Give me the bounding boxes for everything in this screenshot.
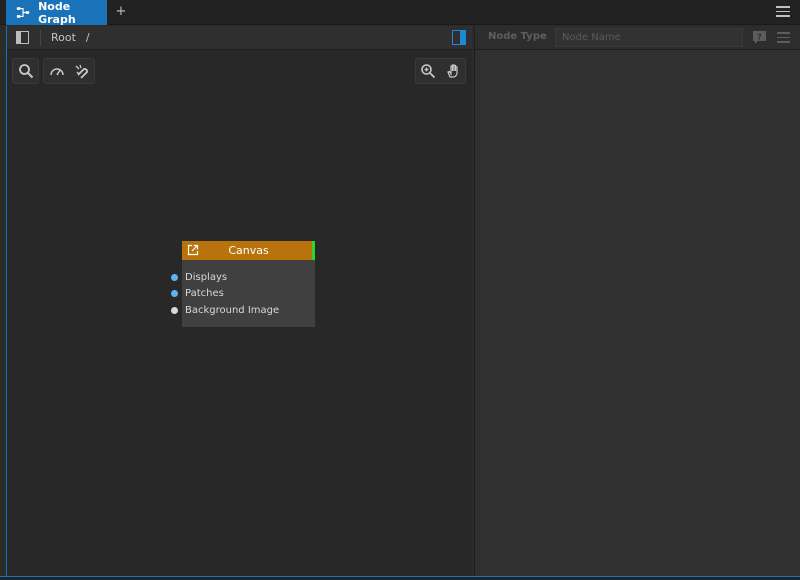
node-status-indicator [312, 241, 315, 260]
zoom-button[interactable] [418, 61, 438, 81]
port-label: Displays [185, 271, 228, 283]
graph-tools-group [43, 58, 95, 84]
view-tools-group [415, 58, 466, 84]
input-port-displays[interactable] [171, 273, 178, 281]
inspector-panel: Node Type ? [474, 26, 800, 576]
status-strip [0, 576, 800, 580]
toolbar-divider [40, 30, 41, 46]
port-row: Background Image [171, 302, 315, 319]
node-name-input[interactable] [555, 28, 743, 47]
svg-text:?: ? [757, 33, 762, 42]
tab-menu-icon[interactable] [776, 6, 790, 18]
add-tab-button[interactable]: + [114, 4, 128, 20]
inspector-panel-toggle-icon[interactable] [452, 30, 466, 45]
input-port-background-image[interactable] [171, 306, 178, 314]
node-header[interactable]: Canvas [182, 241, 315, 260]
snap-button[interactable] [72, 61, 92, 81]
search-tool-group [12, 58, 39, 84]
sidebar-toggle-icon[interactable] [16, 31, 29, 44]
inspector-menu-icon[interactable] [777, 32, 790, 43]
port-row: Displays [171, 269, 315, 286]
breadcrumb-separator: / [85, 31, 90, 44]
graph-toolbar: Root / [7, 26, 472, 50]
port-row: Patches [171, 286, 315, 303]
speedometer-icon [49, 68, 64, 76]
node-canvas[interactable]: Canvas Displays Patches Background Image [171, 241, 315, 327]
search-button[interactable] [16, 61, 36, 81]
search-icon [18, 64, 33, 79]
graph-canvas[interactable]: Canvas Displays Patches Background Image [7, 51, 472, 576]
help-icon[interactable]: ? [752, 30, 767, 45]
port-label: Background Image [185, 304, 280, 316]
external-link-icon[interactable] [187, 244, 199, 256]
node-graph-icon [16, 7, 30, 18]
node-graph-panel: Root / Canvas Displays Patches Backgroun… [7, 26, 472, 576]
performance-button[interactable] [47, 61, 67, 81]
tab-bar: Node Graph + [0, 0, 800, 26]
node-body: Displays Patches Background Image [171, 260, 315, 327]
hand-icon [446, 64, 458, 78]
breadcrumb: Root / [51, 31, 90, 44]
breadcrumb-root[interactable]: Root [51, 31, 76, 44]
node-type-label: Node Type [488, 31, 547, 42]
inspector-toolbar: Node Type ? [475, 26, 800, 50]
tab-node-graph[interactable]: Node Graph [6, 0, 107, 26]
tab-label: Node Graph [38, 0, 76, 26]
node-title: Canvas [228, 244, 269, 257]
input-port-patches[interactable] [171, 290, 178, 298]
magnet-icon [75, 64, 88, 79]
pan-button[interactable] [443, 61, 463, 81]
port-label: Patches [185, 288, 224, 300]
zoom-in-icon [421, 64, 436, 79]
